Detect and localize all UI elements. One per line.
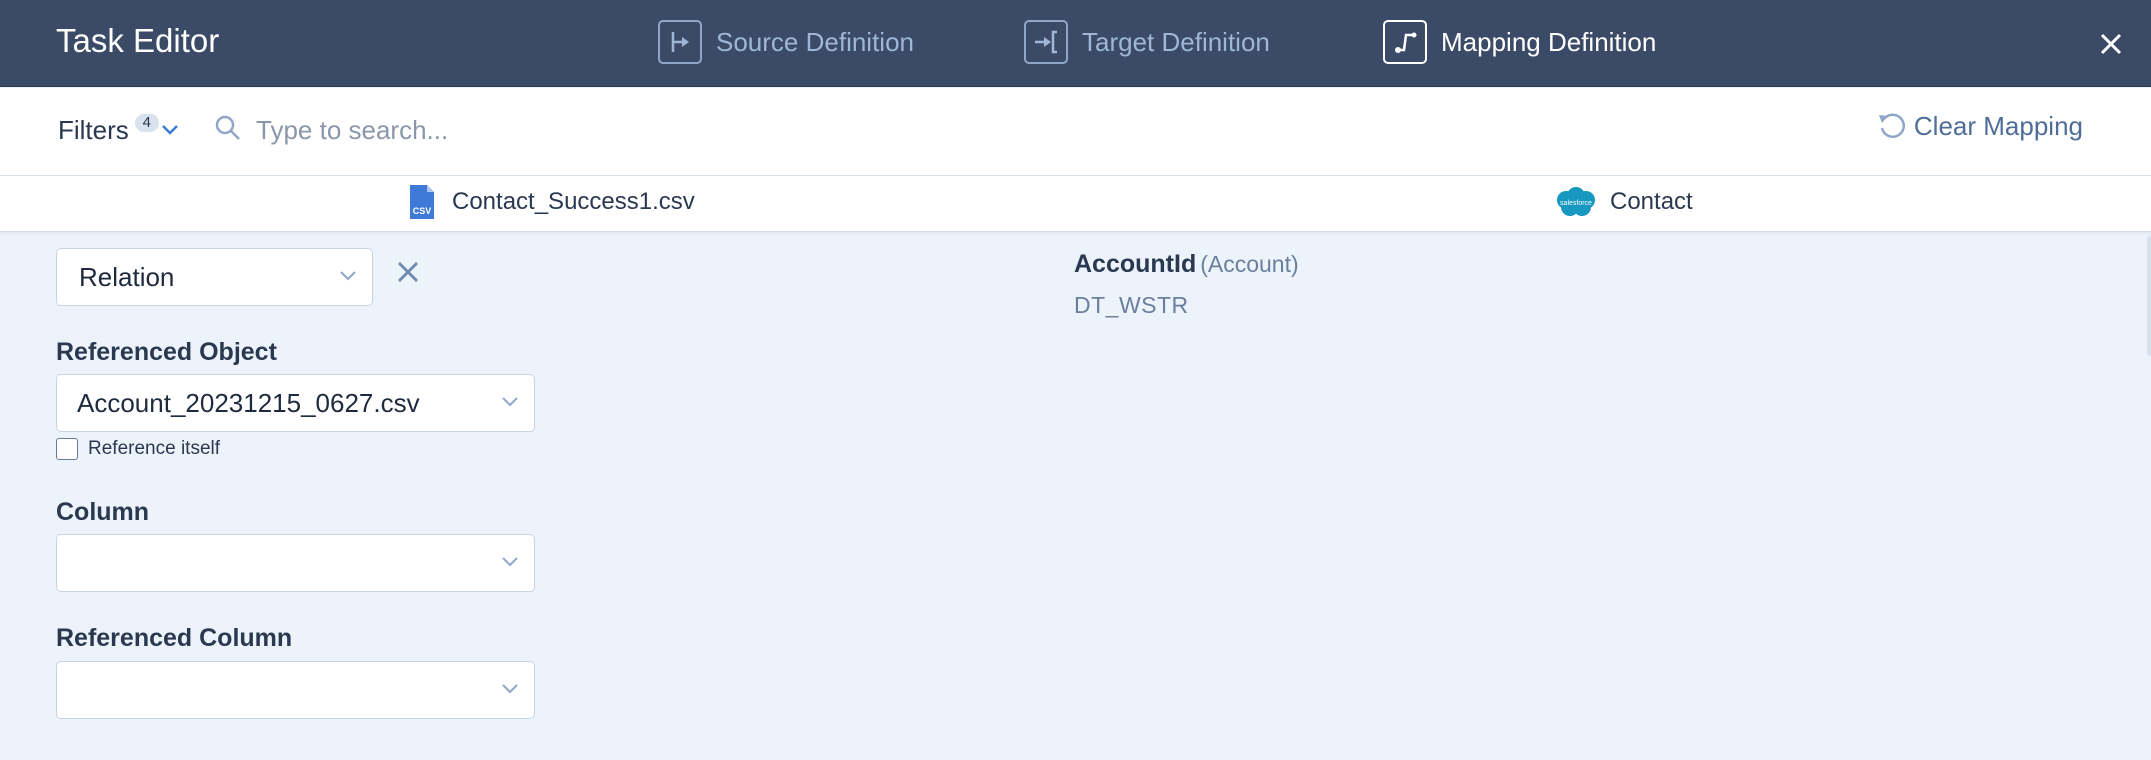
object-bar: CSV Contact_Success1.csv salesforce Cont…: [0, 176, 2151, 232]
target-field-reference: (Account): [1200, 251, 1299, 277]
salesforce-icon: salesforce: [1557, 187, 1595, 216]
target-definition-icon: [1024, 20, 1068, 64]
referenced-object-select[interactable]: Account_20231215_0627.csv: [56, 374, 535, 432]
step-label: Source Definition: [716, 26, 914, 57]
target-field-name: AccountId: [1074, 250, 1197, 278]
reference-itself-checkbox[interactable]: [56, 438, 78, 460]
referenced-object-label: Referenced Object: [56, 338, 277, 366]
search-icon: [215, 115, 240, 140]
clear-mapping-label: Clear Mapping: [1913, 110, 2083, 141]
column-select[interactable]: [56, 534, 535, 592]
source-object-name: Contact_Success1.csv: [452, 188, 695, 215]
svg-text:CSV: CSV: [413, 206, 432, 216]
filters-label: Filters: [58, 115, 129, 145]
reference-itself-label: Reference itself: [88, 438, 221, 459]
step-label: Target Definition: [1082, 26, 1270, 57]
chevron-down-icon: [502, 684, 518, 694]
close-button[interactable]: [2091, 24, 2131, 64]
search-input[interactable]: [256, 108, 1256, 152]
filters-button[interactable]: Filters 4: [58, 112, 179, 148]
referenced-object-value: Account_20231215_0627.csv: [77, 388, 420, 418]
filters-count-badge: 4: [134, 114, 159, 132]
chevron-down-icon: [340, 271, 356, 281]
column-label: Column: [56, 498, 150, 526]
scrollbar[interactable]: [2147, 236, 2151, 356]
close-icon: [2100, 33, 2122, 55]
step-mapping-definition[interactable]: Mapping Definition: [1383, 19, 1656, 65]
step-source-definition[interactable]: Source Definition: [658, 19, 914, 65]
target-object: salesforce Contact: [1552, 186, 1693, 218]
mapping-definition-icon: [1383, 20, 1427, 64]
task-editor-header: Task Editor Source Definition Target Def…: [0, 0, 2151, 87]
chevron-down-icon: [161, 125, 178, 135]
mapping-toolbar: Filters 4 Clear Mapping: [0, 88, 2151, 176]
mapping-type-value: Relation: [79, 262, 175, 292]
reference-itself-row: Reference itself: [56, 438, 220, 460]
target-field: AccountId (Account): [1074, 250, 1299, 279]
source-object: CSV Contact_Success1.csv: [408, 184, 695, 220]
remove-mapping-button[interactable]: [394, 258, 422, 286]
step-label: Mapping Definition: [1441, 26, 1657, 57]
target-object-name: Contact: [1610, 188, 1693, 215]
mapping-type-select[interactable]: Relation: [56, 248, 373, 306]
target-field-type: DT_WSTR: [1074, 292, 1189, 318]
svg-text:salesforce: salesforce: [1560, 200, 1592, 207]
close-icon: [398, 262, 418, 282]
app-title: Task Editor: [56, 22, 220, 59]
clear-mapping-button[interactable]: Clear Mapping: [1876, 110, 2083, 142]
step-target-definition[interactable]: Target Definition: [1024, 19, 1270, 65]
referenced-column-label: Referenced Column: [56, 624, 293, 652]
chevron-down-icon: [502, 557, 518, 567]
chevron-down-icon: [502, 397, 518, 407]
csv-file-icon: CSV: [410, 185, 434, 219]
referenced-column-select[interactable]: [56, 661, 535, 719]
source-definition-icon: [658, 20, 702, 64]
undo-icon: [1878, 113, 1905, 138]
